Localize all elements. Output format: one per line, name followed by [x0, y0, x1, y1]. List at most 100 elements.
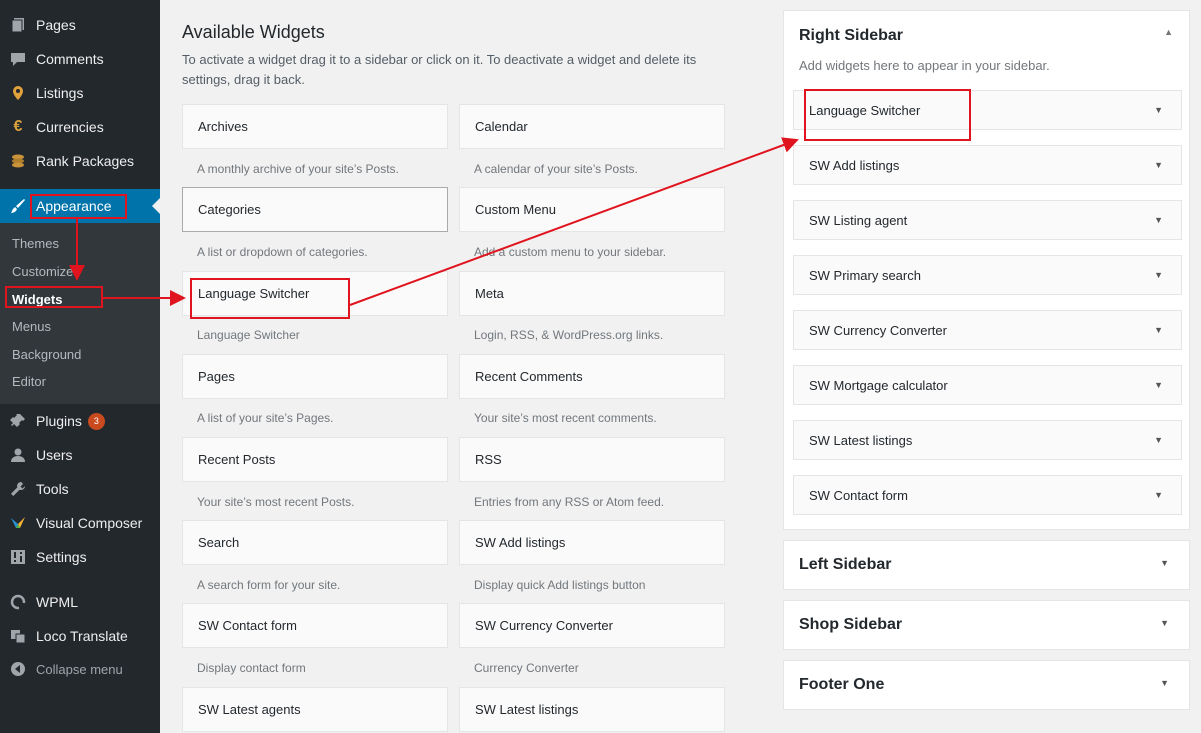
widget-recent-comments[interactable]: Recent Comments [459, 354, 725, 399]
widget-pages[interactable]: Pages [182, 354, 448, 399]
menu-item-pages[interactable]: Pages [0, 8, 160, 42]
comments-icon [0, 51, 36, 67]
expand-caret-icon[interactable]: ▼ [1154, 105, 1163, 115]
annotation-box-appearance [30, 194, 127, 219]
sidebar-widget[interactable]: SW Latest listings ▼ [793, 420, 1182, 460]
appearance-submenu: Themes Customize Widgets Menus Backgroun… [0, 223, 160, 404]
sidebar-area-title: Left Sidebar [799, 556, 892, 573]
sidebar-area-title: Shop Sidebar [799, 616, 903, 633]
menu-label: WPML [36, 594, 78, 610]
sidebar-area-footer-one[interactable]: Footer One ▼ [783, 660, 1190, 710]
widget-sw-latest-agents[interactable]: SW Latest agents [182, 687, 448, 732]
sidebar-widget[interactable]: SW Mortgage calculator ▼ [793, 365, 1182, 405]
wpml-icon [0, 594, 36, 610]
right-sidebar-description: Add widgets here to appear in your sideb… [799, 58, 1050, 73]
expand-caret-icon[interactable]: ▼ [1154, 215, 1163, 225]
expand-caret-icon[interactable]: ▼ [1154, 160, 1163, 170]
widget-sw-latest-listings[interactable]: SW Latest listings [459, 687, 725, 732]
widget-description: Currency Converter [474, 661, 579, 675]
menu-item-visual-composer[interactable]: Visual Composer [0, 506, 160, 540]
sidebar-widget-label: SW Primary search [809, 267, 921, 283]
sidebar-widget-label: SW Mortgage calculator [809, 377, 948, 393]
menu-item-wpml[interactable]: WPML [0, 585, 160, 619]
widget-search[interactable]: Search [182, 520, 448, 565]
annotation-box-language-switcher [190, 278, 350, 319]
widget-calendar[interactable]: Calendar [459, 104, 725, 149]
submenu-background[interactable]: Background [12, 347, 81, 362]
sidebar-area-shop[interactable]: Shop Sidebar ▼ [783, 600, 1190, 650]
sidebar-widget[interactable]: SW Currency Converter ▼ [793, 310, 1182, 350]
submenu-themes[interactable]: Themes [12, 236, 59, 251]
menu-label: Users [36, 447, 73, 463]
widget-description: A calendar of your site’s Posts. [474, 162, 638, 176]
widget-custom-menu[interactable]: Custom Menu [459, 187, 725, 232]
widget-meta[interactable]: Meta [459, 271, 725, 316]
collapse-menu-button[interactable]: Collapse menu [0, 652, 160, 686]
menu-item-rank-packages[interactable]: Rank Packages [0, 144, 160, 178]
map-pin-icon [0, 85, 36, 101]
expand-caret-icon[interactable]: ▼ [1154, 435, 1163, 445]
expand-caret-icon[interactable]: ▼ [1154, 490, 1163, 500]
sidebar-area-left[interactable]: Left Sidebar ▼ [783, 540, 1190, 590]
expand-caret-icon[interactable]: ▼ [1160, 618, 1169, 628]
widget-description: A search form for your site. [197, 578, 341, 592]
widget-recent-posts[interactable]: Recent Posts [182, 437, 448, 482]
sliders-icon [0, 549, 36, 565]
submenu-customize[interactable]: Customize [12, 264, 73, 279]
expand-caret-icon[interactable]: ▼ [1154, 325, 1163, 335]
sidebar-widget-label: SW Contact form [809, 487, 908, 503]
widget-description: Your site’s most recent comments. [474, 411, 657, 425]
sidebar-widget-label: SW Listing agent [809, 212, 908, 228]
menu-item-listings[interactable]: Listings [0, 76, 160, 110]
widget-description: Language Switcher [197, 328, 300, 342]
admin-menu: Pages Comments Listings € Currencies Ran… [0, 0, 160, 733]
sidebar-widget[interactable]: SW Primary search ▼ [793, 255, 1182, 295]
wrench-icon [0, 481, 36, 497]
sidebar-widget-label: SW Add listings [809, 157, 900, 173]
available-widgets-title: Available Widgets [182, 22, 325, 42]
menu-label: Tools [36, 481, 69, 497]
submenu-menus[interactable]: Menus [12, 319, 51, 334]
menu-item-currencies[interactable]: € Currencies [0, 110, 160, 144]
widget-categories[interactable]: Categories [182, 187, 448, 232]
menu-item-loco-translate[interactable]: Loco Translate [0, 619, 160, 653]
submenu-editor[interactable]: Editor [12, 374, 46, 389]
available-widgets-description: To activate a widget drag it to a sideba… [182, 52, 697, 87]
annotation-box-widgets [5, 286, 103, 308]
menu-item-users[interactable]: Users [0, 438, 160, 472]
widget-description: Display quick Add listings button [474, 578, 646, 592]
collapse-arrow-icon [0, 661, 36, 677]
right-sidebar-panel: Right Sidebar ▲ Add widgets here to appe… [783, 10, 1190, 530]
widget-archives[interactable]: Archives [182, 104, 448, 149]
menu-label: Settings [36, 549, 87, 565]
widget-sw-currency-converter[interactable]: SW Currency Converter [459, 603, 725, 648]
collapse-up-icon[interactable]: ▲ [1164, 27, 1173, 37]
widget-rss[interactable]: RSS [459, 437, 725, 482]
expand-caret-icon[interactable]: ▼ [1154, 380, 1163, 390]
right-sidebar-title[interactable]: Right Sidebar [799, 27, 903, 45]
current-indicator [152, 198, 160, 214]
menu-label: Visual Composer [36, 515, 143, 531]
coins-icon [0, 153, 36, 169]
menu-label: Currencies [36, 119, 104, 135]
expand-caret-icon[interactable]: ▼ [1160, 678, 1169, 688]
widget-description: A list of your site’s Pages. [197, 411, 334, 425]
menu-item-comments[interactable]: Comments [0, 42, 160, 76]
menu-item-settings[interactable]: Settings [0, 540, 160, 574]
expand-caret-icon[interactable]: ▼ [1160, 558, 1169, 568]
menu-label: Comments [36, 51, 104, 67]
menu-label: Plugins [36, 413, 82, 429]
update-count-badge: 3 [87, 412, 105, 430]
widget-description: Add a custom menu to your sidebar. [474, 245, 667, 259]
sidebar-widget[interactable]: SW Add listings ▼ [793, 145, 1182, 185]
menu-label: Pages [36, 17, 76, 33]
sidebar-widget[interactable]: SW Contact form ▼ [793, 475, 1182, 515]
menu-item-plugins[interactable]: Plugins 3 [0, 404, 160, 438]
widget-description: Your site’s most recent Posts. [197, 495, 355, 509]
widget-sw-add-listings[interactable]: SW Add listings [459, 520, 725, 565]
sidebar-widget[interactable]: SW Listing agent ▼ [793, 200, 1182, 240]
annotation-box-sidebar-language-switcher [804, 89, 971, 141]
menu-item-tools[interactable]: Tools [0, 472, 160, 506]
expand-caret-icon[interactable]: ▼ [1154, 270, 1163, 280]
widget-sw-contact-form[interactable]: SW Contact form [182, 603, 448, 648]
